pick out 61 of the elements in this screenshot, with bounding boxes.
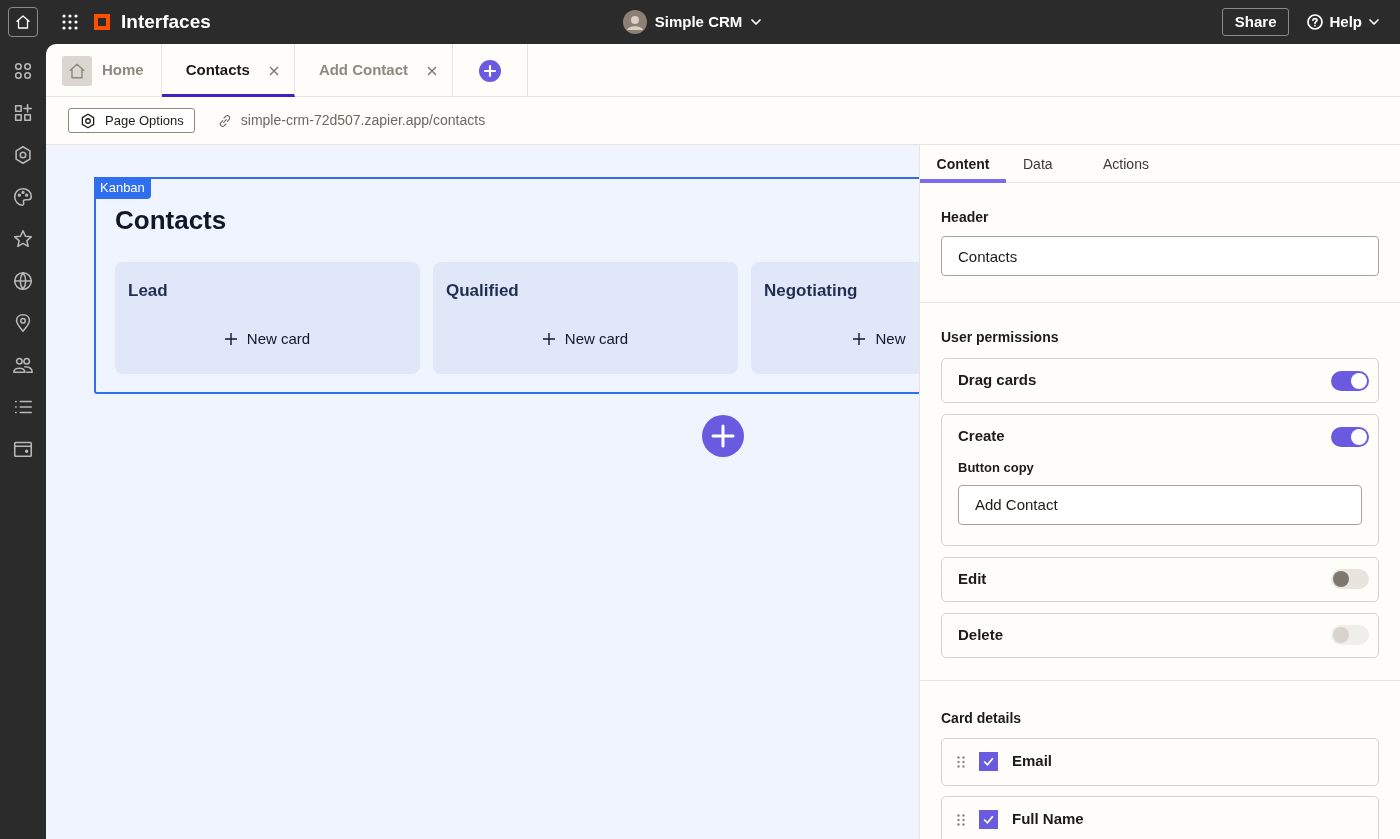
close-icon[interactable] bbox=[267, 64, 280, 77]
chevron-down-icon bbox=[1368, 16, 1380, 28]
new-card-button[interactable]: New card bbox=[542, 327, 629, 350]
field-name: Email bbox=[1012, 751, 1053, 772]
button-copy-input-field[interactable]: Add Contact bbox=[958, 484, 1362, 525]
add-block-button[interactable] bbox=[702, 415, 744, 457]
avatar-icon bbox=[622, 10, 647, 34]
new-card-button[interactable]: New bbox=[853, 327, 906, 350]
field-label: Header bbox=[941, 208, 990, 227]
star-icon[interactable] bbox=[12, 228, 34, 250]
column-title: Lead bbox=[128, 280, 168, 302]
page-options-button[interactable]: Page Options bbox=[68, 108, 195, 133]
settings-icon bbox=[79, 111, 97, 130]
chevron-down-icon bbox=[750, 16, 763, 28]
board-title: Contacts bbox=[115, 204, 227, 236]
column-title: Negotiating bbox=[764, 280, 858, 302]
panel-tab[interactable]: Actions bbox=[1081, 145, 1171, 183]
apps-grid-icon[interactable] bbox=[62, 14, 78, 30]
column-title: Qualified bbox=[446, 280, 519, 302]
check-icon bbox=[982, 813, 995, 826]
permission-label: Edit bbox=[958, 568, 987, 589]
share-button[interactable]: Share bbox=[1221, 8, 1290, 36]
section-label: User permissions bbox=[941, 328, 1060, 347]
plus-icon bbox=[224, 332, 237, 345]
toggle-switch[interactable] bbox=[1331, 569, 1369, 589]
permission-label: Drag cards bbox=[958, 370, 1037, 391]
close-icon[interactable] bbox=[426, 64, 439, 77]
help-button[interactable]: Help bbox=[1307, 10, 1380, 34]
add-widget-icon[interactable] bbox=[12, 102, 34, 124]
new-card-button[interactable]: New card bbox=[224, 327, 311, 350]
plus-icon bbox=[542, 332, 555, 345]
field-label: Button copy bbox=[958, 459, 1035, 477]
checkbox[interactable] bbox=[979, 810, 998, 829]
home-button[interactable] bbox=[8, 7, 38, 37]
permission-label: Delete bbox=[958, 624, 1004, 645]
toggle-switch[interactable] bbox=[1331, 370, 1369, 391]
check-icon bbox=[982, 755, 995, 768]
drag-handle-icon[interactable] bbox=[957, 813, 965, 826]
panel-tab[interactable]: Data bbox=[1006, 145, 1081, 183]
section-label: Card details bbox=[941, 708, 1023, 728]
help-icon bbox=[1307, 14, 1324, 30]
panel-tab[interactable]: Content bbox=[920, 145, 1006, 183]
toggle-switch[interactable] bbox=[1331, 426, 1369, 447]
palette-icon[interactable] bbox=[12, 186, 34, 208]
field-name: Full Name bbox=[1012, 809, 1084, 830]
block-type-badge: Kanban bbox=[94, 177, 151, 199]
page-tab[interactable]: Contacts bbox=[161, 44, 295, 97]
drag-handle-icon[interactable] bbox=[957, 755, 965, 768]
page-url-link[interactable]: simple-crm-72d507.zapier.app/contacts bbox=[216, 110, 486, 131]
settings-icon[interactable] bbox=[12, 144, 34, 166]
shapes-icon[interactable] bbox=[12, 60, 34, 82]
checkbox[interactable] bbox=[979, 752, 998, 771]
add-tab-button[interactable] bbox=[479, 59, 502, 82]
logo-icon bbox=[94, 14, 110, 30]
globe-icon[interactable] bbox=[12, 270, 34, 292]
project-switcher[interactable]: Simple CRM bbox=[622, 10, 763, 34]
plus-icon bbox=[853, 332, 866, 345]
header-input-field[interactable]: Contacts bbox=[941, 236, 1379, 276]
app-name: Interfaces bbox=[121, 9, 211, 34]
home-icon bbox=[14, 13, 32, 31]
permission-label: Create bbox=[958, 426, 1005, 447]
